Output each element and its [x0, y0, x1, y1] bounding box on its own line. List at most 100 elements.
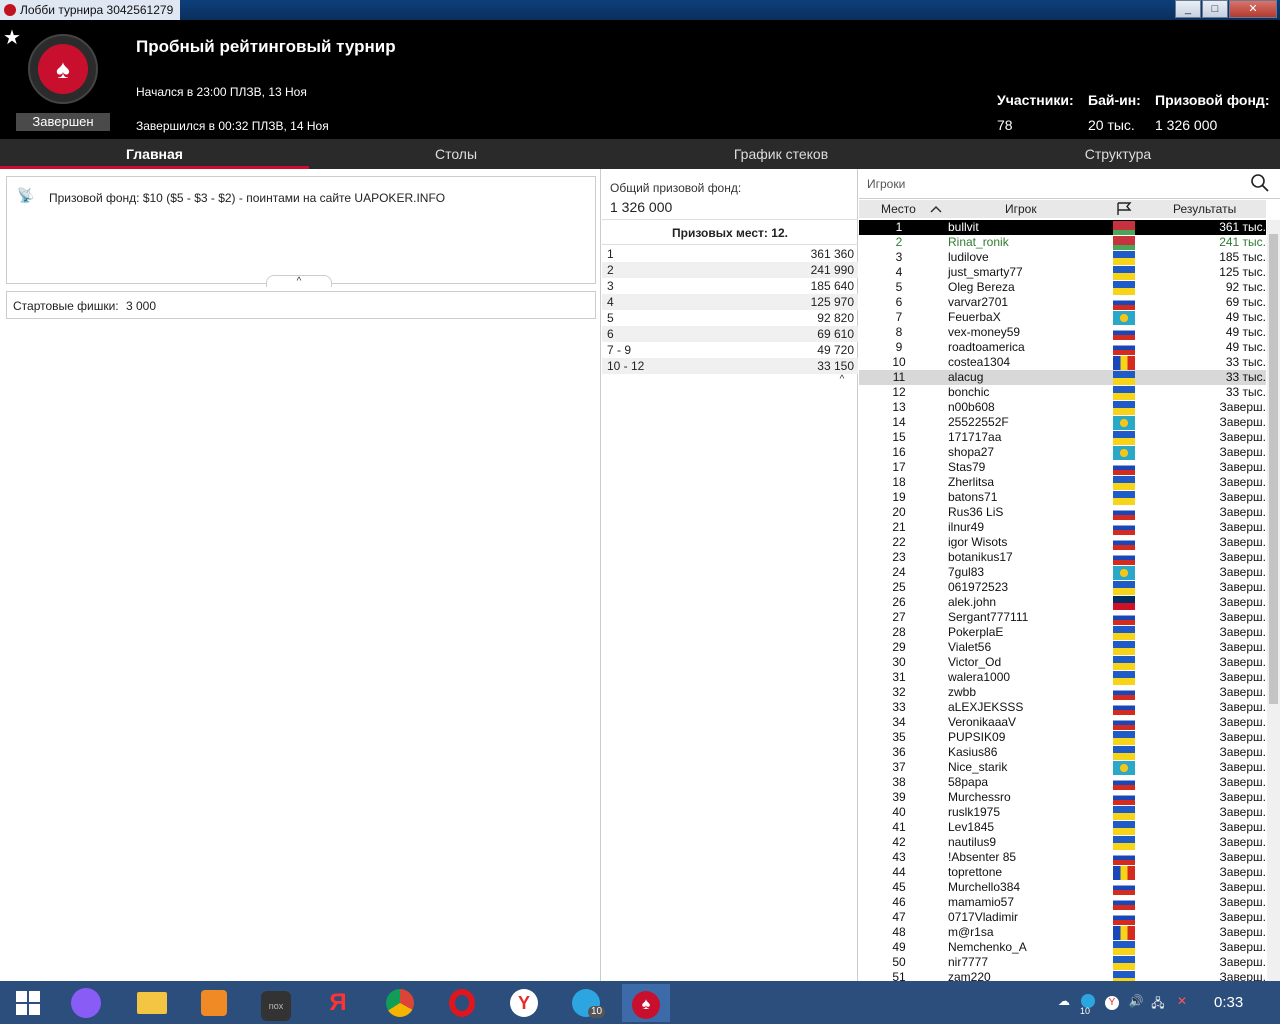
player-row[interactable]: 20 Rus36 LiS Заверш. [859, 505, 1266, 520]
player-row[interactable]: 33 aLEXJEKSSS Заверш. [859, 700, 1266, 715]
player-row[interactable]: 13 n00b608 Заверш. [859, 400, 1266, 415]
favorite-star-icon[interactable]: ★ [3, 25, 21, 50]
player-row[interactable]: 11 alacug 33 тыс. [859, 370, 1266, 385]
player-row[interactable]: 38 58papa Заверш. [859, 775, 1266, 790]
close-button[interactable]: ✕ [1229, 0, 1277, 18]
player-row[interactable]: 12 bonchic 33 тыс. [859, 385, 1266, 400]
player-row[interactable]: 16 shopa27 Заверш. [859, 445, 1266, 460]
player-row[interactable]: 51 zam220 Заверш. [859, 970, 1266, 981]
player-result: Заверш. [1219, 520, 1266, 534]
payout-amount: 185 640 [810, 279, 854, 293]
cloud-tray-icon[interactable]: ☁ [1056, 994, 1072, 1010]
player-row[interactable]: 8 vex-money59 49 тыс. [859, 325, 1266, 340]
player-row[interactable]: 24 7gul83 Заверш. [859, 565, 1266, 580]
player-row[interactable]: 35 PUPSIK09 Заверш. [859, 730, 1266, 745]
player-row[interactable]: 27 Sergant777111 Заверш. [859, 610, 1266, 625]
player-row[interactable]: 44 toprettone Заверш. [859, 865, 1266, 880]
tab-tables[interactable]: Столы [309, 139, 603, 169]
player-result: Заверш. [1219, 880, 1266, 894]
player-row[interactable]: 42 nautilus9 Заверш. [859, 835, 1266, 850]
player-row[interactable]: 23 botanikus17 Заверш. [859, 550, 1266, 565]
player-row[interactable]: 39 Murchessro Заверш. [859, 790, 1266, 805]
player-row[interactable]: 45 Murchello384 Заверш. [859, 880, 1266, 895]
player-row[interactable]: 50 nir7777 Заверш. [859, 955, 1266, 970]
flag-ua-icon [1113, 956, 1135, 970]
nox-emulator-icon[interactable]: nox [252, 984, 300, 1022]
player-row[interactable]: 47 0717Vladimir Заверш. [859, 910, 1266, 925]
network-icon[interactable]: 🖧 [1150, 994, 1166, 1010]
player-place: 20 [892, 505, 906, 519]
yandex-browser-icon[interactable]: Я [314, 984, 362, 1022]
player-row[interactable]: 32 zwbb Заверш. [859, 685, 1266, 700]
alice-assistant-icon[interactable] [62, 984, 110, 1022]
chrome-icon[interactable] [376, 984, 424, 1022]
player-row[interactable]: 40 ruslk1975 Заверш. [859, 805, 1266, 820]
player-row[interactable]: 14 25522552F Заверш. [859, 415, 1266, 430]
flag-column-icon[interactable] [1116, 202, 1132, 216]
player-row[interactable]: 5 Oleg Bereza 92 тыс. [859, 280, 1266, 295]
file-explorer-icon[interactable] [128, 984, 176, 1022]
telegram-tray-icon[interactable]: 10 [1080, 994, 1096, 1016]
tab-structure[interactable]: Структура [959, 139, 1277, 169]
window-title-bar[interactable]: Лобби турнира 3042561279 _ □ ✕ [0, 0, 1280, 20]
collapse-payouts-button[interactable]: ^ [830, 374, 854, 386]
player-row[interactable]: 46 mamamio57 Заверш. [859, 895, 1266, 910]
player-row[interactable]: 17 Stas79 Заверш. [859, 460, 1266, 475]
tab-main[interactable]: Главная [0, 139, 309, 169]
player-row[interactable]: 41 Lev1845 Заверш. [859, 820, 1266, 835]
player-row[interactable]: 48 m@r1sa Заверш. [859, 925, 1266, 940]
player-row[interactable]: 49 Nemchenko_A Заверш. [859, 940, 1266, 955]
player-row[interactable]: 2 Rinat_ronik 241 тыс. [859, 235, 1266, 250]
col-place-header[interactable]: Место [881, 202, 916, 216]
players-search-bar[interactable]: Игроки [859, 169, 1280, 199]
player-row[interactable]: 26 alek.john Заверш. [859, 595, 1266, 610]
flag-md-icon [1113, 866, 1135, 880]
player-row[interactable]: 15 171717aa Заверш. [859, 430, 1266, 445]
tab-stack-chart[interactable]: График стеков [603, 139, 959, 169]
payout-place: 3 [607, 279, 614, 293]
windows-start-icon[interactable] [4, 984, 52, 1022]
player-row[interactable]: 19 batons71 Заверш. [859, 490, 1266, 505]
search-icon[interactable] [1250, 173, 1270, 193]
player-result: 49 тыс. [1225, 325, 1266, 339]
col-result-header[interactable]: Результаты [1173, 202, 1236, 216]
minimize-button[interactable]: _ [1175, 0, 1201, 18]
media-player-icon[interactable] [190, 984, 238, 1022]
player-row[interactable]: 4 just_smarty77 125 тыс. [859, 265, 1266, 280]
player-row[interactable]: 6 varvar2701 69 тыс. [859, 295, 1266, 310]
player-row[interactable]: 25 061972523 Заверш. [859, 580, 1266, 595]
player-row[interactable]: 3 ludilove 185 тыс. [859, 250, 1266, 265]
player-name: batons71 [948, 490, 998, 504]
player-row[interactable]: 21 ilnur49 Заверш. [859, 520, 1266, 535]
player-name: botanikus17 [948, 550, 1013, 564]
maximize-button[interactable]: □ [1202, 0, 1228, 18]
player-row[interactable]: 10 costea1304 33 тыс. [859, 355, 1266, 370]
player-row[interactable]: 28 PokerplaE Заверш. [859, 625, 1266, 640]
player-row[interactable]: 18 Zherlitsa Заверш. [859, 475, 1266, 490]
player-row[interactable]: 9 roadtoamerica 49 тыс. [859, 340, 1266, 355]
sort-asc-icon[interactable] [930, 205, 942, 213]
player-row[interactable]: 22 igor Wisots Заверш. [859, 535, 1266, 550]
notification-icon[interactable]: ✕ [1174, 994, 1190, 1010]
player-row[interactable]: 31 walera1000 Заверш. [859, 670, 1266, 685]
col-player-header[interactable]: Игрок [1005, 202, 1037, 216]
players-scrollbar[interactable] [1267, 220, 1280, 981]
pokerstars-icon[interactable]: ♠ [622, 984, 670, 1022]
player-row[interactable]: 43 !Absenter 85 Заверш. [859, 850, 1266, 865]
scrollbar-thumb[interactable] [1269, 234, 1278, 704]
yandex-tray-icon[interactable]: Y [1104, 994, 1120, 1010]
player-row[interactable]: 37 Nice_starik Заверш. [859, 760, 1266, 775]
yandex-icon[interactable]: Y [500, 984, 548, 1022]
player-row[interactable]: 29 Vialet56 Заверш. [859, 640, 1266, 655]
volume-icon[interactable]: 🔊 [1128, 994, 1144, 1010]
opera-icon[interactable] [438, 984, 486, 1022]
player-result: Заверш. [1219, 565, 1266, 579]
telegram-icon[interactable]: 10 [562, 984, 610, 1022]
player-row[interactable]: 1 bullvit 361 тыс. [859, 220, 1266, 235]
player-row[interactable]: 36 Kasius86 Заверш. [859, 745, 1266, 760]
collapse-info-button[interactable]: ^ [266, 275, 332, 287]
player-row[interactable]: 7 FeuerbaX 49 тыс. [859, 310, 1266, 325]
clock[interactable]: 0:33 [1214, 994, 1243, 1011]
player-row[interactable]: 30 Victor_Od Заверш. [859, 655, 1266, 670]
player-row[interactable]: 34 VeronikaaaV Заверш. [859, 715, 1266, 730]
